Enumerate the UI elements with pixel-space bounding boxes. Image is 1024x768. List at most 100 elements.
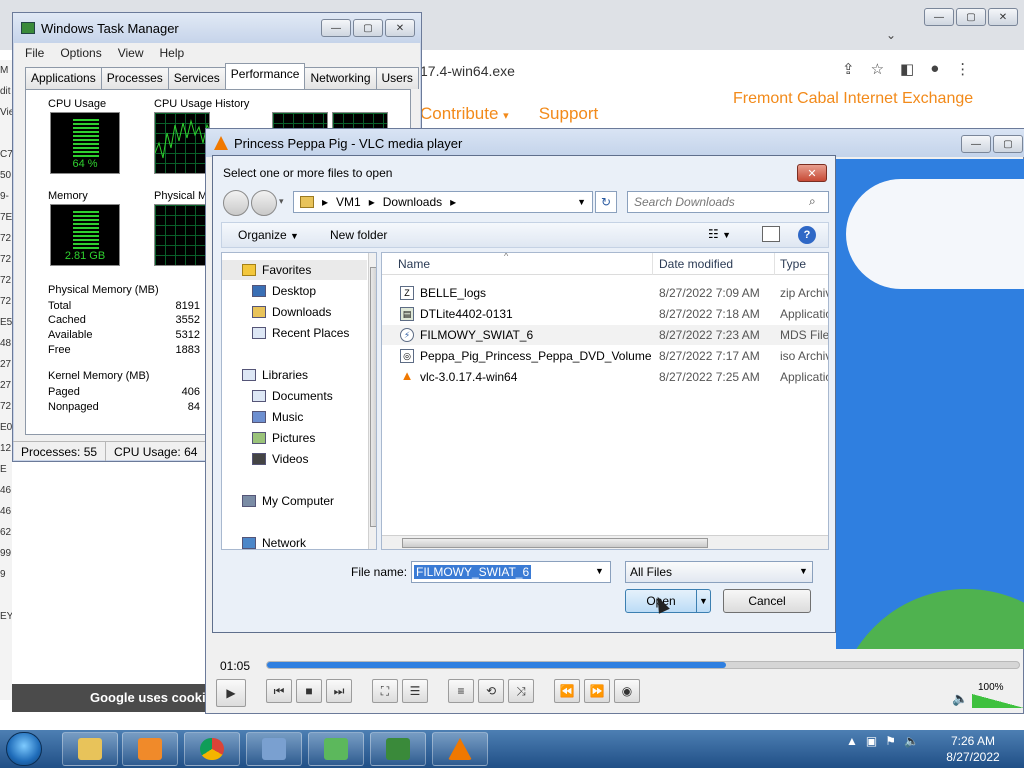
taskbar-vlc[interactable] <box>432 732 488 766</box>
maximize-button[interactable]: ▢ <box>353 19 383 37</box>
chevron-down-icon[interactable]: ▼ <box>595 566 604 576</box>
table-row[interactable]: ▲ vlc-3.0.17.4-win64 8/27/2022 7:25 AM A… <box>382 367 828 387</box>
column-header-name[interactable]: Name <box>398 257 430 271</box>
menu-kebab-icon[interactable]: ⋮ <box>955 60 970 78</box>
chevron-down-icon[interactable]: ▼ <box>799 566 808 576</box>
address-bar[interactable]: 17.4-win64.exe <box>420 58 870 84</box>
nav-support[interactable]: Support <box>539 104 599 124</box>
minimize-button[interactable]: — <box>321 19 351 37</box>
horizontal-scrollbar[interactable] <box>382 535 828 549</box>
breadcrumb-item-downloads[interactable]: Downloads <box>383 195 442 209</box>
nav-item-downloads[interactable]: Downloads <box>222 302 367 322</box>
table-row-selected[interactable]: ⚡ FILMOWY_SWIAT_6 8/27/2022 7:23 AM MDS … <box>382 325 828 345</box>
refresh-icon[interactable]: ↻ <box>595 191 617 213</box>
column-header-type[interactable]: Type <box>780 257 806 271</box>
nav-item-recent-places[interactable]: Recent Places <box>222 323 367 343</box>
action-center-icon[interactable]: ⚑ <box>885 734 896 748</box>
bookmark-star-icon[interactable]: ☆ <box>871 60 884 78</box>
stop-button[interactable]: ■ <box>296 679 322 703</box>
taskbar-installer[interactable] <box>308 732 364 766</box>
view-options-button[interactable]: ☷ ▼ <box>708 227 731 241</box>
breadcrumb-item-vm1[interactable]: VM1 <box>336 195 361 209</box>
file-type-filter[interactable]: All Files <box>625 561 813 583</box>
taskbar-chrome[interactable] <box>184 732 240 766</box>
column-header-date-modified[interactable]: Date modified <box>659 257 733 271</box>
table-row[interactable]: ▤ DTLite4402-0131 8/27/2022 7:18 AM Appl… <box>382 304 828 324</box>
nav-item-music[interactable]: Music <box>222 407 367 427</box>
frame-back-button[interactable]: ⏪ <box>554 679 580 703</box>
taskbar-explorer[interactable] <box>62 732 118 766</box>
search-icon[interactable]: ⌕ <box>809 194 816 209</box>
nav-item-libraries[interactable]: Libraries <box>222 365 367 385</box>
nav-item-favorites[interactable]: Favorites <box>222 260 367 280</box>
search-input[interactable]: Search Downloads <box>627 191 829 213</box>
cancel-button[interactable]: Cancel <box>723 589 811 613</box>
speaker-icon[interactable]: 🔈 <box>952 691 968 707</box>
taskbar-media-player[interactable] <box>122 732 178 766</box>
start-button[interactable] <box>6 732 42 766</box>
next-button[interactable]: ⏭ <box>326 679 352 703</box>
tab-processes[interactable]: Processes <box>100 67 169 89</box>
volume-tray-icon[interactable]: 🔈 <box>904 734 919 748</box>
tab-search-chevron-icon[interactable]: ⌄ <box>886 28 896 42</box>
taskbar-network-app[interactable] <box>246 732 302 766</box>
tab-networking[interactable]: Networking <box>304 67 377 89</box>
new-folder-button[interactable]: New folder <box>330 228 387 242</box>
preview-pane-icon[interactable] <box>762 226 780 242</box>
network-tray-icon[interactable]: ▣ <box>866 734 877 748</box>
chevron-down-icon[interactable]: ▼ <box>577 197 586 207</box>
file-name-input[interactable]: FILMOWY_SWIAT_6 <box>411 561 611 583</box>
nav-contribute[interactable]: Contribute ▾ <box>420 104 509 124</box>
vlc-titlebar[interactable]: Princess Peppa Pig - VLC media player — … <box>206 129 1024 157</box>
nav-item-videos[interactable]: Videos <box>222 449 367 469</box>
breadcrumb[interactable]: ▸ VM1 ▸ Downloads ▸ ▼ <box>293 191 593 213</box>
taskbar-task-manager[interactable] <box>370 732 426 766</box>
tab-applications[interactable]: Applications <box>25 67 102 89</box>
forward-button[interactable] <box>251 190 277 216</box>
maximize-button[interactable]: ▢ <box>956 8 986 26</box>
menu-file[interactable]: File <box>25 43 44 63</box>
play-button[interactable]: ▶ <box>216 679 246 707</box>
volume-slider[interactable] <box>972 694 1024 708</box>
nav-item-documents[interactable]: Documents <box>222 386 367 406</box>
tab-services[interactable]: Services <box>167 67 226 89</box>
nav-item-desktop[interactable]: Desktop <box>222 281 367 301</box>
seek-bar[interactable] <box>266 661 1020 669</box>
tab-performance[interactable]: Performance <box>224 63 306 89</box>
previous-button[interactable]: ⏮ <box>266 679 292 703</box>
table-row[interactable]: Z BELLE_logs 8/27/2022 7:09 AM zip Archi… <box>382 283 828 303</box>
fullscreen-button[interactable]: ⛶ <box>372 679 398 703</box>
tab-users[interactable]: Users <box>375 67 419 89</box>
back-button[interactable] <box>223 190 249 216</box>
nav-scrollbar[interactable] <box>368 253 376 549</box>
task-manager-titlebar[interactable]: Windows Task Manager — ▢ ✕ <box>13 13 421 43</box>
horizontal-scrollbar-thumb[interactable] <box>402 538 708 548</box>
maximize-button[interactable]: ▢ <box>993 135 1023 153</box>
side-panel-icon[interactable]: ◧ <box>900 60 914 78</box>
minimize-button[interactable]: — <box>924 8 954 26</box>
menu-view[interactable]: View <box>118 43 144 63</box>
menu-options[interactable]: Options <box>60 43 101 63</box>
open-options-dropdown[interactable]: ▼ <box>696 590 710 612</box>
extended-settings-button[interactable]: ☰ <box>402 679 428 703</box>
minimize-button[interactable]: — <box>961 135 991 153</box>
close-button[interactable]: ✕ <box>797 164 827 182</box>
nav-scrollbar-thumb[interactable] <box>370 267 376 527</box>
nav-item-my-computer[interactable]: My Computer <box>222 491 367 511</box>
organize-button[interactable]: Organize ▼ <box>238 228 299 242</box>
close-button[interactable]: ✕ <box>385 19 415 37</box>
shuffle-button[interactable]: ⤨ <box>508 679 534 703</box>
frame-forward-button[interactable]: ⏩ <box>584 679 610 703</box>
nav-item-network[interactable]: Network <box>222 533 367 549</box>
show-hidden-icons-icon[interactable]: ▲ <box>846 734 858 748</box>
table-row[interactable]: ◎ Peppa_Pig_Princess_Peppa_DVD_Volume 8/… <box>382 346 828 366</box>
video-area[interactable] <box>836 159 1024 649</box>
clock[interactable]: 7:26 AM 8/27/2022 <box>940 733 1006 765</box>
loop-button[interactable]: ⟲ <box>478 679 504 703</box>
help-icon[interactable]: ? <box>798 226 816 244</box>
nav-item-pictures[interactable]: Pictures <box>222 428 367 448</box>
share-icon[interactable]: ⇪ <box>842 60 855 78</box>
close-button[interactable]: ✕ <box>988 8 1018 26</box>
profile-icon[interactable]: ● <box>930 60 939 78</box>
record-button[interactable]: ◉ <box>614 679 640 703</box>
